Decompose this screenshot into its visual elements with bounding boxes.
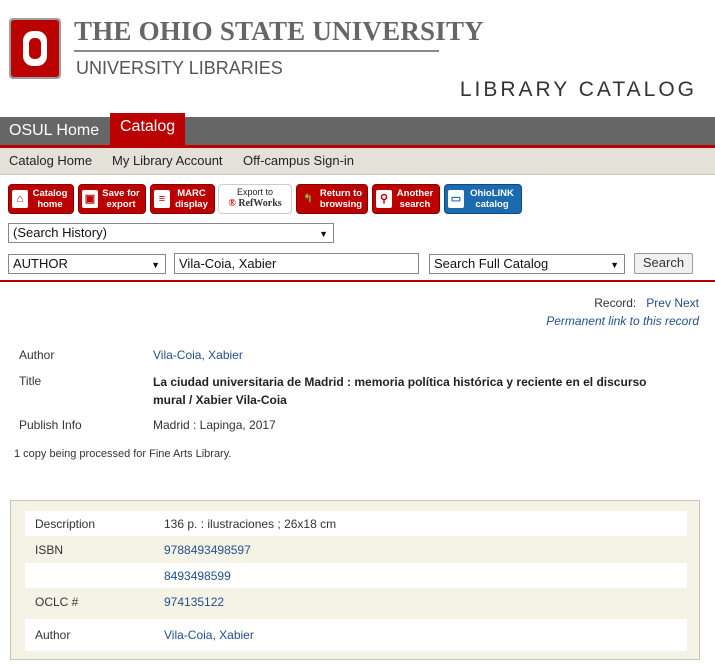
save-for-export-button[interactable]: ▣ Save for export [78,184,146,214]
button-label: MARC [177,188,206,199]
button-label: Save for [102,188,140,199]
chevron-down-icon: ▼ [319,229,328,239]
search-history-select[interactable]: (Search History) ▼ [8,223,334,243]
record-label: Record: [594,296,637,310]
record-details-panel: Description 136 p. : ilustraciones ; 26x… [10,500,700,660]
another-search-button[interactable]: ⚲ Another search [372,184,440,214]
tab-osul-home[interactable]: OSUL Home [0,117,108,145]
search-scope-value: Search Full Catalog [434,256,549,271]
button-label: home [37,199,63,210]
refworks-glyph: ® [228,198,236,209]
secondary-navigation: Catalog Home My Library Account Off-camp… [0,148,715,175]
university-libraries-label[interactable]: UNIVERSITY LIBRARIES [76,58,283,79]
button-label: Export to [236,187,274,197]
return-to-browsing-button[interactable]: ↰ Return to browsing [296,184,368,214]
book-icon: ▭ [448,190,464,208]
description-label: Description [35,517,96,531]
button-label: OhioLINK [470,188,514,199]
copy-status-note: 1 copy being processed for Fine Arts Lib… [14,448,232,460]
publish-info-label: Publish Info [19,418,82,432]
top-navigation: OSUL Home Catalog [0,113,715,145]
home-icon: ⌂ [12,190,28,208]
chevron-down-icon: ▼ [151,260,160,270]
list-icon: ≡ [154,190,170,208]
search-input[interactable] [174,253,419,274]
button-label: display [175,199,208,210]
detail-row: Description 136 p. : ilustraciones ; 26x… [25,511,687,536]
button-label: Another [396,188,434,199]
record-navigation: Record: Prev Next Permanent link to this… [546,294,699,330]
marc-display-button[interactable]: ≡ MARC display [150,184,215,214]
permanent-link[interactable]: Permanent link to this record [546,312,699,330]
detail-row: Author Vila-Coia, Xabier [25,619,687,651]
university-name[interactable]: The Ohio State University [74,16,484,47]
button-label: export [106,199,136,210]
refworks-icon: ® RefWorks [219,198,291,209]
site-header: The Ohio State University UNIVERSITY LIB… [0,0,715,117]
catalog-home-button[interactable]: ⌂ Catalog home [8,184,74,214]
button-label: browsing [319,199,363,210]
refworks-label: RefWorks [238,198,282,209]
prev-record-link[interactable]: Prev [646,296,671,310]
button-label: catalog [475,199,509,210]
return-arrow-icon: ↰ [300,190,316,208]
chevron-down-icon: ▼ [610,260,619,270]
library-catalog-title: LIBRARY CATALOG [459,78,697,101]
osu-block-o-logo-icon[interactable] [9,18,61,79]
tab-catalog[interactable]: Catalog [110,113,186,145]
ohiolink-catalog-button[interactable]: ▭ OhioLINK catalog [444,184,522,214]
title-label: Title [19,374,42,388]
search-red-rule [0,280,715,282]
oclc-link[interactable]: 974135122 [164,595,224,609]
search-scope-select[interactable]: Search Full Catalog ▼ [429,254,625,274]
author-label: Author [35,628,71,642]
oclc-label: OCLC # [35,595,79,609]
off-campus-sign-in-link[interactable]: Off-campus Sign-in [243,153,354,168]
search-history-value: (Search History) [13,225,107,240]
record-title: La ciudad universitaria de Madrid : memo… [153,375,647,407]
isbn-link[interactable]: 9788493498597 [164,543,251,557]
button-label: search [399,199,431,210]
isbn-label: ISBN [35,543,64,557]
author-link[interactable]: Vila-Coia, Xabier [153,348,243,362]
search-field-value: AUTHOR [13,256,68,271]
button-label: Return to [319,188,363,199]
description-value: 136 p. : ilustraciones ; 26x18 cm [164,517,337,531]
detail-row: ISBN 9788493498597 [25,537,687,562]
search-button[interactable]: Search [634,253,693,274]
header-divider [74,50,439,52]
detail-row: OCLC # 974135122 [25,589,687,614]
detail-row: 8493498599 [25,563,687,588]
isbn-link[interactable]: 8493498599 [164,569,231,583]
next-record-link[interactable]: Next [674,296,699,310]
author-link[interactable]: Vila-Coia, Xabier [164,628,254,642]
my-library-account-link[interactable]: My Library Account [112,153,223,168]
search-icon: ⚲ [376,190,392,208]
catalog-home-link[interactable]: Catalog Home [9,153,92,168]
disk-icon: ▣ [82,190,98,208]
button-label: Catalog [32,188,68,199]
author-label: Author [19,348,55,362]
publish-info-value: Madrid : Lapinga, 2017 [153,418,276,432]
export-to-refworks-button[interactable]: Export to ® RefWorks [218,184,292,214]
search-field-select[interactable]: AUTHOR ▼ [8,254,166,274]
